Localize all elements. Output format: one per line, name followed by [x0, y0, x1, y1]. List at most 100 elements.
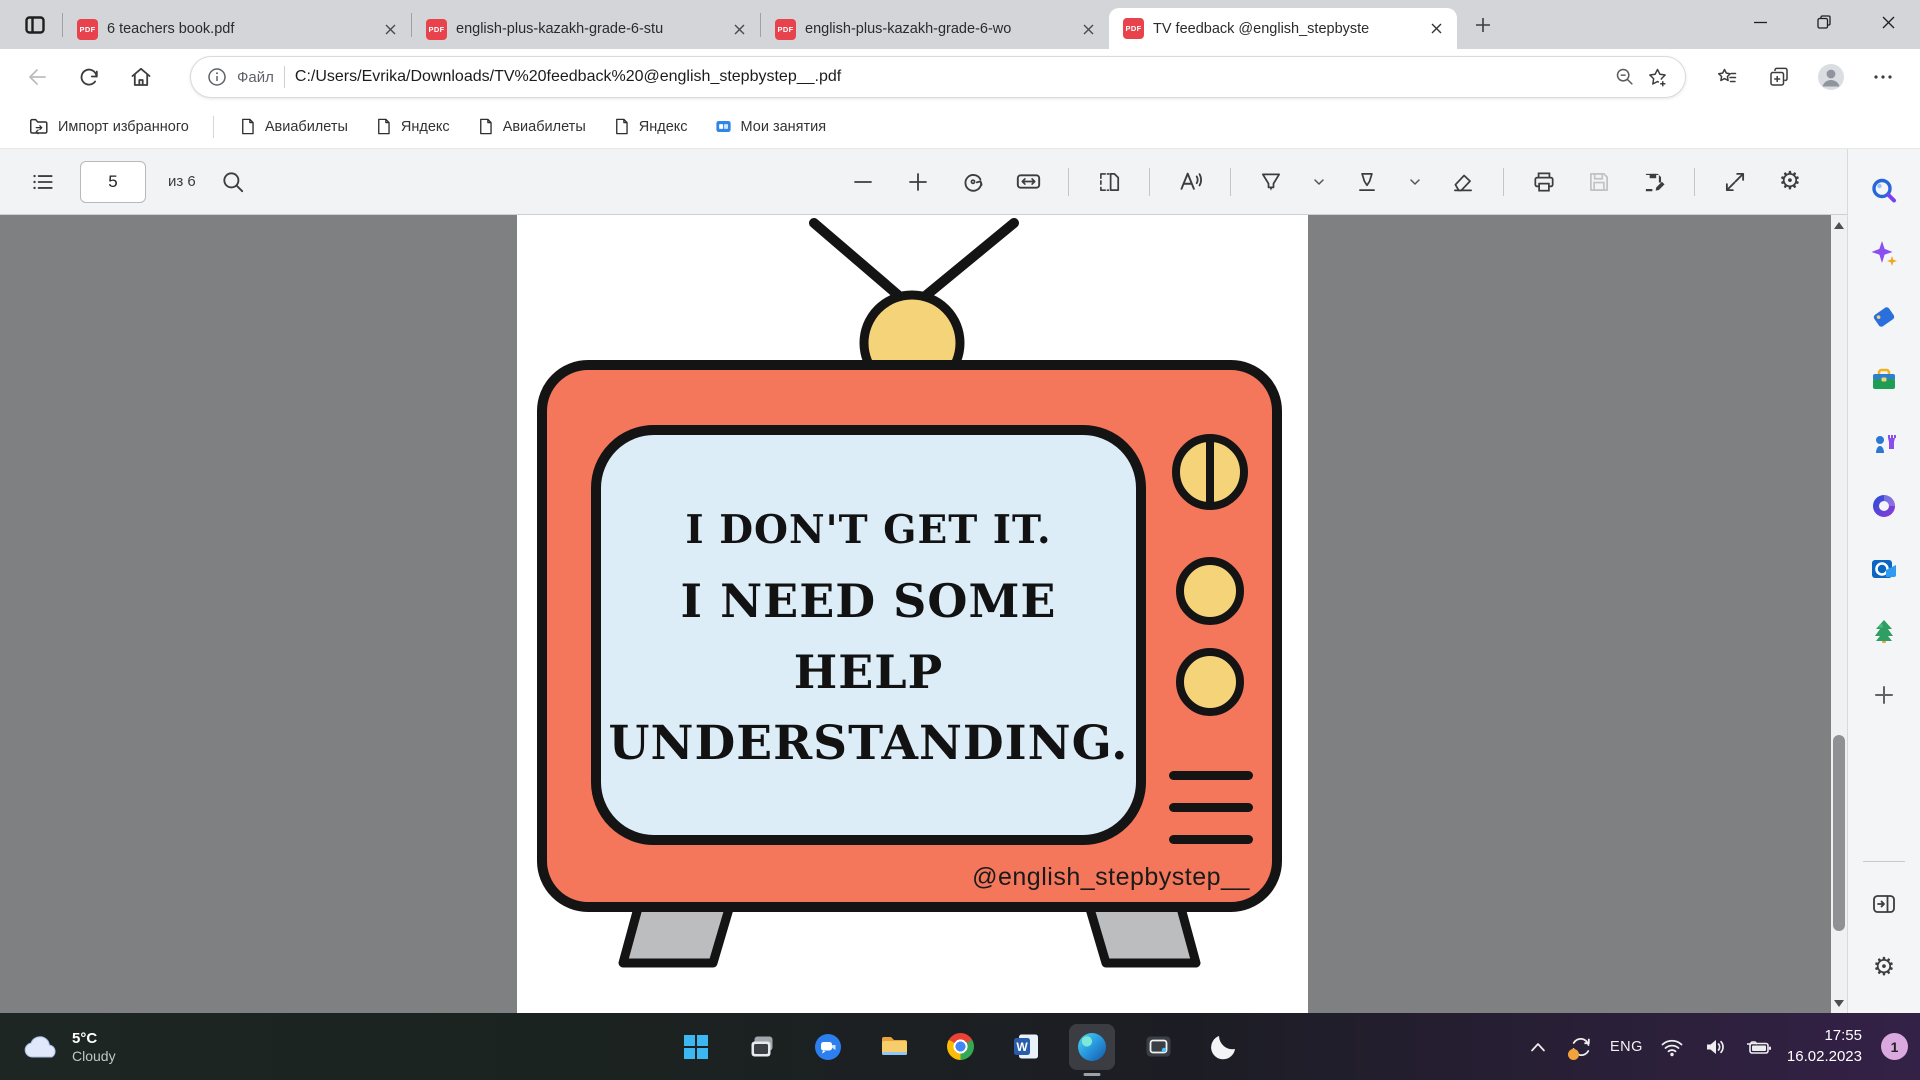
word-icon[interactable]: W	[1003, 1024, 1049, 1070]
search-icon[interactable]	[1864, 171, 1904, 211]
white-swoosh-app-icon[interactable]	[1201, 1024, 1247, 1070]
tab-tv-feedback-active[interactable]: PDF TV feedback @english_stepbyste	[1109, 8, 1457, 49]
tab-strip: PDF 6 teachers book.pdf PDF english-plus…	[0, 0, 1920, 49]
volume-icon[interactable]	[1701, 1033, 1729, 1061]
address-separator	[284, 66, 285, 88]
pdf-content-area[interactable]: I DON'T GET IT. I NEED SOME HELP UNDERST…	[0, 215, 1831, 1013]
tab-workbook[interactable]: PDF english-plus-kazakh-grade-6-wo	[761, 9, 1109, 49]
draw-icon[interactable]	[1352, 167, 1382, 197]
tree-icon[interactable]	[1864, 612, 1904, 652]
cloud-icon	[22, 1033, 60, 1061]
bookmark-aviatickets-1[interactable]: Авиабилеты	[228, 112, 358, 141]
file-explorer-icon[interactable]	[871, 1024, 917, 1070]
import-favorites-icon	[28, 116, 50, 138]
bookmark-aviatickets-2[interactable]: Авиабилеты	[466, 112, 596, 141]
rotate-icon[interactable]	[958, 167, 988, 197]
chat-icon[interactable]	[805, 1024, 851, 1070]
tab-label: english-plus-kazakh-grade-6-stu	[456, 21, 719, 37]
chrome-icon[interactable]	[937, 1024, 983, 1070]
language-indicator[interactable]: ENG	[1610, 1039, 1643, 1055]
fit-to-width-icon[interactable]	[1013, 167, 1043, 197]
tab-close-icon[interactable]	[1425, 18, 1447, 40]
tv-text-line: I NEED SOME	[596, 566, 1141, 637]
table-of-contents-icon[interactable]	[28, 167, 58, 197]
bookmark-my-classes[interactable]: Мои занятия	[704, 112, 837, 141]
window-controls	[1728, 0, 1920, 49]
sync-icon[interactable]	[1567, 1033, 1595, 1061]
profile-avatar[interactable]	[1810, 56, 1852, 98]
minimize-button[interactable]	[1728, 0, 1792, 44]
address-bar[interactable]: Файл C:/Users/Evrika/Downloads/TV%20feed…	[190, 56, 1686, 98]
open-sidebar-icon[interactable]	[1864, 884, 1904, 924]
page-icon	[476, 117, 495, 136]
close-window-button[interactable]	[1856, 0, 1920, 44]
fullscreen-icon[interactable]	[1720, 167, 1750, 197]
snipping-tool-icon[interactable]	[1135, 1024, 1181, 1070]
page-icon	[612, 117, 631, 136]
toolbox-icon[interactable]	[1864, 360, 1904, 400]
outlook-icon[interactable]	[1864, 549, 1904, 589]
add-favorite-star-icon[interactable]	[1646, 66, 1669, 89]
tv-text-line: I DON'T GET IT.	[596, 495, 1141, 566]
page-view-icon[interactable]	[1094, 167, 1124, 197]
clock[interactable]: 17:55 16.02.2023	[1787, 1026, 1862, 1067]
page-icon	[374, 117, 393, 136]
save-icon-disabled	[1584, 167, 1614, 197]
search-document-icon[interactable]	[218, 167, 248, 197]
tab-teachers-book[interactable]: PDF 6 teachers book.pdf	[63, 9, 411, 49]
add-icon[interactable]	[1864, 675, 1904, 715]
read-aloud-icon[interactable]	[1175, 167, 1205, 197]
print-icon[interactable]	[1529, 167, 1559, 197]
bookmark-yandex-1[interactable]: Яндекс	[364, 112, 460, 141]
date-text: 16.02.2023	[1787, 1047, 1862, 1067]
back-icon[interactable]	[16, 56, 58, 98]
shopping-tag-icon[interactable]	[1864, 297, 1904, 337]
favorites-icon[interactable]	[1706, 56, 1748, 98]
copilot-sparkle-icon[interactable]	[1864, 234, 1904, 274]
url-text[interactable]: C:/Users/Evrika/Downloads/TV%20feedback%…	[295, 68, 1604, 86]
highlight-icon[interactable]	[1256, 167, 1286, 197]
task-view-icon[interactable]	[739, 1024, 785, 1070]
bookmark-label: Мои занятия	[741, 119, 827, 135]
tab-student-book[interactable]: PDF english-plus-kazakh-grade-6-stu	[412, 9, 760, 49]
refresh-icon[interactable]	[68, 56, 110, 98]
new-tab-button[interactable]	[1465, 7, 1501, 43]
tab-close-icon[interactable]	[728, 18, 750, 40]
games-icon[interactable]	[1864, 423, 1904, 463]
eraser-icon[interactable]	[1448, 167, 1478, 197]
scroll-down-icon[interactable]	[1831, 993, 1847, 1013]
info-icon[interactable]	[207, 67, 227, 87]
save-as-icon[interactable]	[1639, 167, 1669, 197]
bookmark-import-favorites[interactable]: Импорт избранного	[18, 111, 199, 143]
tab-close-icon[interactable]	[379, 18, 401, 40]
microsoft-365-icon[interactable]	[1864, 486, 1904, 526]
pdf-scrollbar[interactable]	[1831, 215, 1847, 1013]
home-icon[interactable]	[120, 56, 162, 98]
tab-actions-icon[interactable]	[14, 5, 56, 45]
tab-close-icon[interactable]	[1077, 18, 1099, 40]
tab-label: english-plus-kazakh-grade-6-wo	[805, 21, 1068, 37]
zoom-out-icon[interactable]	[848, 167, 878, 197]
zoom-in-icon[interactable]	[903, 167, 933, 197]
taskbar-app-icons: W	[673, 1013, 1247, 1080]
settings-more-icon[interactable]	[1862, 56, 1904, 98]
draw-options-chevron-icon[interactable]	[1407, 167, 1423, 197]
weather-widget[interactable]: 5°C Cloudy	[22, 1013, 116, 1080]
credit-handle: @english_stepbystep__	[955, 863, 1267, 892]
highlight-options-chevron-icon[interactable]	[1311, 167, 1327, 197]
restore-button[interactable]	[1792, 0, 1856, 44]
settings-gear-icon[interactable]: ⚙	[1864, 947, 1904, 987]
collections-icon[interactable]	[1758, 56, 1800, 98]
wifi-icon[interactable]	[1658, 1033, 1686, 1061]
zoom-out-page-icon[interactable]	[1614, 66, 1636, 88]
hidden-icons-chevron-icon[interactable]	[1524, 1033, 1552, 1061]
scroll-up-icon[interactable]	[1831, 215, 1847, 235]
scrollbar-thumb[interactable]	[1833, 735, 1845, 931]
page-number-input[interactable]	[80, 161, 146, 203]
bookmark-yandex-2[interactable]: Яндекс	[602, 112, 698, 141]
start-icon[interactable]	[673, 1024, 719, 1070]
pdf-settings-gear-icon[interactable]: ⚙	[1775, 167, 1805, 197]
notification-badge[interactable]: 1	[1881, 1033, 1908, 1060]
edge-icon[interactable]	[1069, 1024, 1115, 1070]
battery-icon[interactable]	[1744, 1033, 1772, 1061]
